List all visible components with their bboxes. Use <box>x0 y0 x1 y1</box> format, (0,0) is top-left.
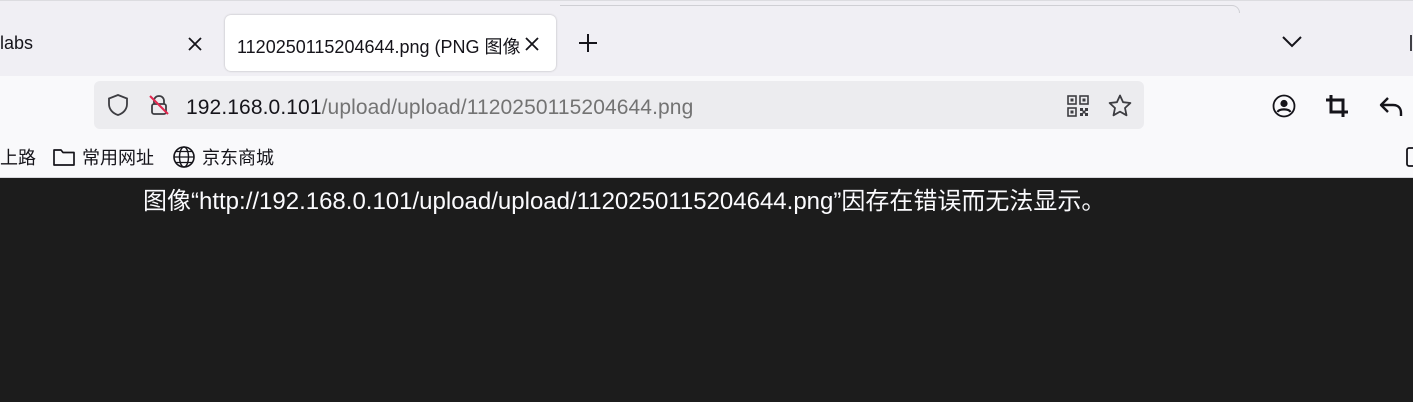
url-path: /upload/upload/1120250115204644.png <box>321 96 694 119</box>
bookmark-item[interactable]: 京东商城 <box>172 144 274 170</box>
bookmarks-toolbar: 上路 常用网址 京东商城 <box>0 133 1413 178</box>
close-icon[interactable] <box>523 35 541 53</box>
tab-strip: labs 1120250115204644.png (PNG 图像 <box>0 0 1413 76</box>
close-icon[interactable] <box>186 35 204 53</box>
bookmark-label: 上路 <box>0 148 36 168</box>
url-text[interactable]: 192.168.0.101/upload/upload/112025011520… <box>186 96 693 120</box>
star-icon[interactable] <box>1107 93 1133 119</box>
tab-title: 1120250115204644.png (PNG 图像 <box>237 37 521 57</box>
qr-code-icon[interactable] <box>1066 94 1090 118</box>
globe-icon <box>172 145 202 169</box>
bookmark-overflow-icon[interactable] <box>1405 146 1413 168</box>
account-icon[interactable] <box>1271 93 1297 119</box>
url-bar[interactable]: 192.168.0.101/upload/upload/112025011520… <box>94 81 1144 129</box>
back-arrow-icon[interactable] <box>1378 93 1404 119</box>
url-host: 192.168.0.101 <box>186 96 322 119</box>
image-error-message: 图像“http://192.168.0.101/upload/upload/11… <box>143 188 1106 215</box>
plus-icon[interactable] <box>576 31 600 55</box>
shield-icon[interactable] <box>106 93 130 117</box>
bookmark-label: 京东商城 <box>202 148 274 168</box>
tab-active[interactable]: 1120250115204644.png (PNG 图像 <box>225 15 556 71</box>
bookmark-folder[interactable]: 常用网址 <box>52 144 154 170</box>
window-control-partial[interactable] <box>1408 33 1413 53</box>
tab-title: labs <box>0 33 34 53</box>
tab-inactive[interactable]: labs <box>0 15 218 71</box>
crop-icon[interactable] <box>1324 93 1350 119</box>
chevron-down-icon[interactable] <box>1281 33 1303 51</box>
folder-icon <box>52 146 82 168</box>
bookmark-item[interactable]: 上路 <box>0 144 36 170</box>
bookmark-label: 常用网址 <box>82 148 154 168</box>
window-top-edge <box>560 5 1240 13</box>
page-content: 图像“http://192.168.0.101/upload/upload/11… <box>0 178 1413 402</box>
insecure-lock-icon[interactable] <box>147 93 171 117</box>
navigation-toolbar: 192.168.0.101/upload/upload/112025011520… <box>0 76 1413 133</box>
